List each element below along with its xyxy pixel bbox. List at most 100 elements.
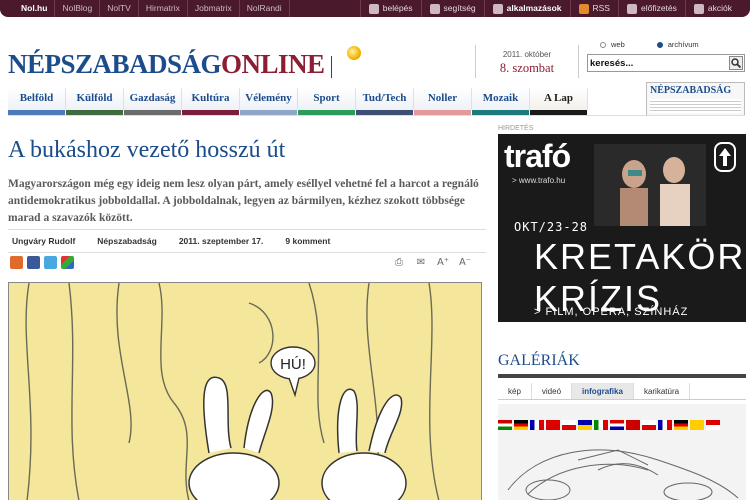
offers-link[interactable]: akciók [684,0,740,17]
ad-url: > www.trafo.hu [512,176,566,185]
article-meta: Ungváry Rudolf Népszabadság 2011. szepte… [8,229,486,253]
facebook-icon[interactable] [27,256,40,269]
gallery-tab-cartoon[interactable]: karikatúra [634,383,691,399]
gallery-tab-infographic[interactable]: infografika [572,383,634,399]
offers-label: akciók [707,3,732,13]
print-edition-thumbnail[interactable]: NÉPSZABADSÁG [646,82,745,116]
cartoon-drawing: HÚ! [9,283,481,500]
ad-label: HIRDETÉS [498,125,534,132]
flag-strip [498,420,746,430]
search-input[interactable] [590,56,720,70]
radio-web-label: web [611,40,625,49]
print-edition-lines [650,99,741,113]
google-icon[interactable] [61,256,74,269]
cartoon-speech-text: HÚ! [280,356,306,373]
print-icon[interactable]: ⎙ [392,257,406,269]
main-nav: Belföld Külföld Gazdaság Kultúra Vélemény Spo… [8,88,588,115]
print-edition-title: NÉPSZABADSÁG [650,85,732,96]
login-link[interactable]: belépés [359,0,421,17]
share-plus-icon[interactable] [10,256,23,269]
article-title: A bukáshoz vezető hosszú út [8,137,286,163]
font-decrease-icon[interactable]: A⁻ [458,257,472,269]
nav-tab-kultúra[interactable]: Kultúra [182,88,240,115]
article-date: 2011. szeptember 17. [178,236,264,246]
email-icon[interactable]: ✉ [414,257,428,269]
twitter-icon[interactable] [44,256,57,269]
date-day: 8. szombat [499,61,555,75]
nav-tab-label: Kultúra [191,92,230,104]
nav-tab-külföld[interactable]: Külföld [66,88,124,115]
portal-links: Nol.hu NolBlog NolTV Hirmatrix Jobmatrix… [14,0,290,17]
nav-tab-sport[interactable]: Sport [298,88,356,115]
gallery-tab-video[interactable]: videó [532,383,573,399]
portal-link-nolrandi[interactable]: NolRandi [240,0,290,17]
article-tools: ⎙ ✉ A⁺ A⁻ [392,257,472,269]
plus-icon [626,3,637,14]
share-icons [10,256,74,269]
nav-tab-label: Noller [427,92,458,104]
nav-tab-a-lap[interactable]: A Lap [530,88,588,115]
person-icon [368,3,379,14]
subscribe-label: előfizetés [640,3,677,13]
nav-tab-tud-tech[interactable]: Tud/Tech [356,88,414,115]
font-increase-icon[interactable]: A⁺ [436,257,450,269]
nav-tab-label: Belföld [19,92,54,104]
logo-divider [331,56,332,78]
ad-footer: > FILM, OPERA, SZÍNHÁZ [534,306,689,318]
star-icon [693,3,704,14]
galleries-title: GALÉRIÁK [498,352,580,369]
trafo-ad-banner[interactable]: trafó > www.trafo.hu OKT/23-28 KRETAKÖR … [498,134,746,322]
ad-date: OKT/23-28 [514,220,589,234]
race-car-wireframe [507,449,739,500]
ad-performers-image [594,144,706,226]
portal-link-hirmatrix[interactable]: Hirmatrix [139,0,188,17]
rss-link[interactable]: RSS [569,0,618,17]
search-icon [731,58,742,69]
nav-tab-belföld[interactable]: Belföld [8,88,66,115]
top-bar: Nol.hu NolBlog NolTV Hirmatrix Jobmatrix… [0,0,750,17]
portal-link-nol[interactable]: Nol.hu [14,0,56,17]
gallery-infographic-image[interactable] [498,404,746,500]
article-comments-link[interactable]: 9 komment [285,236,330,246]
article-author[interactable]: Ungváry Rudolf [12,236,75,246]
nav-tab-mozaik[interactable]: Mozaik [472,88,530,115]
radio-web-dot[interactable] [600,41,606,48]
ad-title-line1: KRETAKÖR [534,236,746,277]
nav-tab-noller[interactable]: Noller [414,88,472,115]
portal-link-jobmatrix[interactable]: Jobmatrix [188,0,240,17]
user-links: belépés segítség alkalmazások RSS előfiz… [359,0,740,17]
nav-tab-label: Sport [313,92,340,104]
radio-archive-label: archívum [667,40,699,49]
search-scope: web archívum [600,40,699,49]
portal-link-noltv[interactable]: NolTV [100,0,139,17]
logo-part-nepszabadsag: NÉPSZABADSÁG [8,49,222,79]
nav-tab-label: Külföld [76,92,113,104]
radio-web[interactable]: web [600,40,625,49]
date-box: 2011. október 8. szombat [475,45,579,78]
question-icon [429,3,440,14]
radio-archive[interactable]: archívum [656,40,699,49]
rss-label: RSS [592,3,610,13]
nav-tab-label: A Lap [543,92,574,104]
site-logo[interactable]: NÉPSZABADSÁGONLINE [8,49,325,80]
apps-link[interactable]: alkalmazások [483,0,570,17]
galleries-bar [498,374,746,378]
arrow-up-icon [714,142,736,172]
subscribe-link[interactable]: előfizetés [617,0,685,17]
article-cartoon-image: HÚ! [8,282,482,500]
weather-sun-icon[interactable] [347,46,361,60]
login-label: belépés [382,3,413,13]
nav-tab-vélemény[interactable]: Vélemény [240,88,298,115]
portal-link-nolblog[interactable]: NolBlog [55,0,101,17]
nav-tab-label: Vélemény [245,92,292,104]
nav-tab-label: Gazdaság [129,92,176,104]
gallery-tab-image[interactable]: kép [498,383,532,399]
search-button[interactable] [729,56,743,70]
nav-tab-label: Tud/Tech [362,92,407,104]
apps-label: alkalmazások [506,3,562,13]
radio-archive-dot[interactable] [656,41,663,48]
nav-tab-gazdaság[interactable]: Gazdaság [124,88,182,115]
date-month: 2011. október [502,50,552,59]
ad-brand: trafó [504,138,571,174]
help-link[interactable]: segítség [420,0,484,17]
